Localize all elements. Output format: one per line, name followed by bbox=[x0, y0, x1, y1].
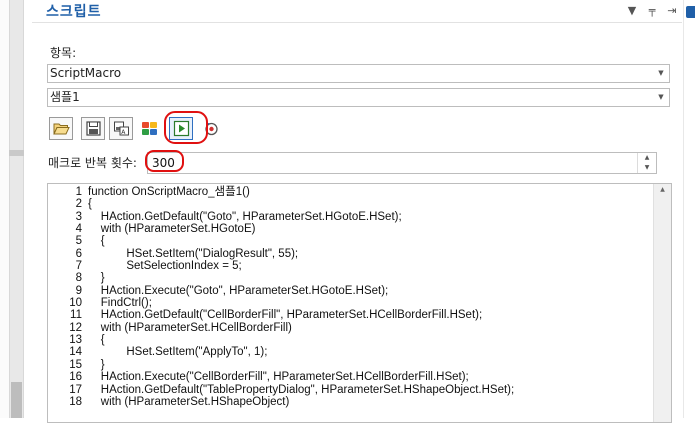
code-text: HAction.GetDefault("Goto", HParameterSet… bbox=[88, 210, 402, 223]
save-icon bbox=[86, 121, 101, 136]
sample-combo[interactable]: 샘플1 ▼ bbox=[47, 88, 670, 107]
repeat-count-highlight bbox=[145, 150, 184, 172]
code-line[interactable]: 5 { bbox=[48, 235, 653, 247]
save-as-button[interactable]: A bbox=[109, 117, 133, 140]
item-label: 항목: bbox=[50, 46, 77, 60]
line-number: 14 bbox=[69, 346, 82, 359]
code-text: with (HParameterSet.HGotoE) bbox=[88, 223, 256, 236]
code-line[interactable]: 16 HAction.Execute("CellBorderFill", HPa… bbox=[48, 371, 653, 383]
pin-icon[interactable]: ╤ bbox=[642, 4, 662, 18]
code-text: } bbox=[88, 358, 105, 371]
code-text: { bbox=[88, 235, 105, 248]
repeat-count-label: 매크로 반복 횟수: bbox=[48, 156, 137, 170]
panel-controls: ▼ ╤ ⇥ bbox=[622, 4, 682, 18]
dropdown-icon[interactable]: ▼ bbox=[622, 4, 642, 18]
open-button[interactable] bbox=[49, 117, 73, 140]
addin-icon bbox=[142, 122, 157, 135]
code-text: HAction.GetDefault("CellBorderFill", HPa… bbox=[88, 309, 483, 322]
code-line[interactable]: 4 with (HParameterSet.HGotoE) bbox=[48, 223, 653, 235]
left-gutter bbox=[0, 0, 9, 418]
save-button[interactable] bbox=[81, 117, 105, 140]
code-editor-scrollbar[interactable]: ▲ bbox=[653, 184, 671, 422]
code-line[interactable]: 1 function OnScriptMacro_샘플1() bbox=[48, 186, 653, 198]
line-number: 3 bbox=[75, 210, 82, 223]
code-line[interactable]: 13 { bbox=[48, 334, 653, 346]
run-button-highlight bbox=[164, 111, 208, 144]
panel-divider bbox=[32, 22, 682, 23]
line-number: 13 bbox=[69, 334, 82, 347]
code-text: HAction.Execute("CellBorderFill", HParam… bbox=[88, 371, 469, 384]
code-text: { bbox=[88, 198, 92, 211]
code-text: } bbox=[88, 272, 105, 285]
script-combo-value: ScriptMacro bbox=[50, 66, 122, 80]
script-combo[interactable]: ScriptMacro ▼ bbox=[47, 64, 670, 83]
line-number: 16 bbox=[69, 371, 82, 384]
close-panel-icon[interactable]: ⇥ bbox=[662, 4, 682, 18]
spin-up-icon[interactable]: ▲ bbox=[637, 153, 656, 163]
line-number: 4 bbox=[75, 223, 82, 236]
open-folder-icon bbox=[53, 123, 70, 135]
line-number: 17 bbox=[69, 383, 82, 396]
spin-down-icon[interactable]: ▼ bbox=[637, 163, 656, 173]
panel-title: 스크립트 bbox=[46, 4, 102, 20]
code-line[interactable]: 3 HAction.GetDefault("Goto", HParameterS… bbox=[48, 211, 653, 223]
code-text: HSet.SetItem("ApplyTo", 1); bbox=[88, 346, 268, 359]
line-number: 9 bbox=[75, 284, 82, 297]
repeat-count-input[interactable] bbox=[152, 154, 622, 172]
line-number: 1 bbox=[75, 186, 82, 198]
code-lines: 1 function OnScriptMacro_샘플1() 2{3 HAction… bbox=[48, 186, 653, 408]
code-text: SetSelectionIndex = 5; bbox=[88, 260, 242, 273]
code-text: function OnScriptMacro_샘플1() bbox=[88, 186, 250, 198]
line-number: 8 bbox=[75, 272, 82, 285]
code-editor[interactable]: 1 function OnScriptMacro_샘플1() 2{3 HAction… bbox=[47, 183, 672, 423]
code-text: with (HParameterSet.HShapeObject) bbox=[88, 395, 290, 408]
line-number: 11 bbox=[70, 309, 82, 322]
code-text: HAction.GetDefault("TablePropertyDialog"… bbox=[88, 383, 515, 396]
scroll-up-icon[interactable]: ▲ bbox=[654, 186, 671, 193]
line-number: 5 bbox=[75, 235, 82, 248]
scrollbar-grip[interactable] bbox=[9, 150, 24, 156]
code-line[interactable]: 8 } bbox=[48, 272, 653, 284]
code-text: FindCtrl(); bbox=[88, 297, 152, 310]
line-number: 6 bbox=[75, 247, 82, 260]
code-line[interactable]: 11 HAction.GetDefault("CellBorderFill", … bbox=[48, 309, 653, 321]
code-text: HAction.Execute("Goto", HParameterSet.HG… bbox=[88, 284, 389, 297]
code-text: HSet.SetItem("DialogResult", 55); bbox=[88, 247, 299, 260]
code-line[interactable]: 14 HSet.SetItem("ApplyTo", 1); bbox=[48, 346, 653, 358]
sample-combo-value: 샘플1 bbox=[50, 90, 80, 104]
code-line[interactable]: 12 with (HParameterSet.HCellBorderFill) bbox=[48, 322, 653, 334]
code-text: { bbox=[88, 334, 105, 347]
code-line[interactable]: 9 HAction.Execute("Goto", HParameterSet.… bbox=[48, 285, 653, 297]
side-tab[interactable] bbox=[686, 6, 695, 18]
line-number: 12 bbox=[69, 321, 82, 334]
code-line[interactable]: 6 HSet.SetItem("DialogResult", 55); bbox=[48, 248, 653, 260]
addin-button[interactable] bbox=[137, 117, 161, 140]
chevron-down-icon[interactable]: ▼ bbox=[653, 65, 669, 82]
repeat-count-stepper[interactable]: ▲ ▼ bbox=[147, 152, 657, 174]
line-number: 18 bbox=[69, 395, 82, 408]
line-number: 15 bbox=[69, 358, 82, 371]
panel-scrollbar[interactable] bbox=[9, 0, 24, 418]
save-as-icon: A bbox=[114, 121, 129, 136]
code-line[interactable]: 18 with (HParameterSet.HShapeObject) bbox=[48, 396, 653, 408]
line-number: 7 bbox=[75, 260, 82, 273]
code-line[interactable]: 17 HAction.GetDefault("TablePropertyDial… bbox=[48, 384, 653, 396]
scrollbar-thumb[interactable] bbox=[11, 382, 22, 418]
code-text: with (HParameterSet.HCellBorderFill) bbox=[88, 321, 292, 334]
code-line[interactable]: 7 SetSelectionIndex = 5; bbox=[48, 260, 653, 272]
code-line[interactable]: 10 FindCtrl(); bbox=[48, 297, 653, 309]
code-line[interactable]: 15 } bbox=[48, 359, 653, 371]
line-number: 10 bbox=[69, 297, 82, 310]
right-edge-strip bbox=[683, 0, 695, 418]
chevron-down-icon[interactable]: ▼ bbox=[653, 89, 669, 106]
line-number: 2 bbox=[75, 198, 82, 211]
code-line[interactable]: 2{ bbox=[48, 198, 653, 210]
